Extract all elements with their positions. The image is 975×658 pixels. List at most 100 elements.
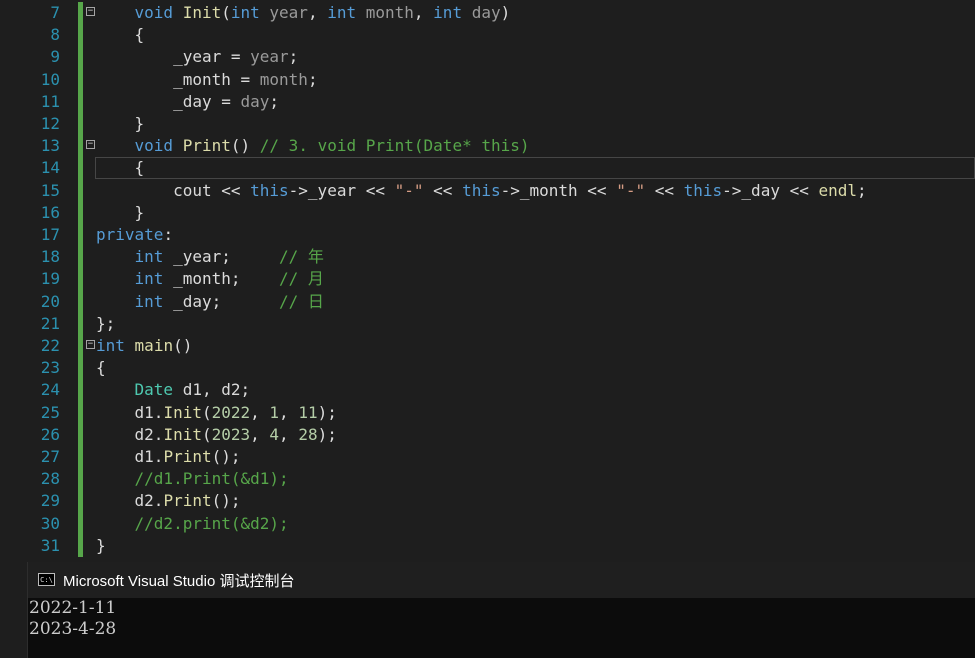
code-line[interactable]: 22 − int main() (0, 335, 975, 358)
code-text: void Init(int year, int month, int day) (96, 2, 511, 24)
code-token: = (221, 47, 251, 67)
line-number: 27 (40, 447, 60, 466)
change-tracking-bar (78, 246, 83, 269)
console-titlebar[interactable]: C:\ Microsoft Visual Studio 调试控制台 (28, 562, 975, 598)
code-token: int (433, 3, 472, 22)
code-token: d1 (134, 402, 154, 422)
code-text: _day = day; (96, 91, 279, 113)
line-number: 30 (40, 513, 60, 533)
code-line[interactable]: 8 { (0, 24, 975, 47)
code-token: int (134, 291, 164, 311)
code-line[interactable]: 11 _day = day; (0, 90, 975, 113)
code-token: , (201, 380, 222, 400)
code-token: , (279, 402, 299, 422)
code-token: (); (211, 491, 241, 511)
code-line[interactable]: 27 d1.Print(); (0, 446, 975, 469)
line-number: 7 (50, 3, 60, 22)
code-text: } (96, 113, 145, 135)
code-line[interactable]: 19 int _month; // 月 (0, 268, 975, 291)
code-token: ); (317, 402, 337, 422)
code-text: d1.Init(2022, 1, 11); (96, 402, 337, 424)
change-tracking-bar (78, 68, 83, 91)
code-line[interactable]: 7 − void Init(int year, int month, int da… (0, 2, 975, 25)
code-line[interactable]: 26 d2.Init(2023, 4, 28); (0, 423, 975, 446)
code-token: _day (173, 91, 212, 111)
code-token: void (134, 136, 183, 156)
code-line[interactable]: 9 _year = year; (0, 46, 975, 69)
code-token: this (683, 180, 723, 200)
code-token: ( (201, 402, 212, 422)
code-line[interactable]: 28 //d1.Print(&d1); (0, 468, 975, 491)
code-token: { (96, 358, 106, 378)
code-token: _year (173, 47, 222, 67)
code-editor[interactable]: 7 − void Init(int year, int month, int da… (0, 0, 975, 562)
code-token: this (462, 180, 501, 200)
code-line[interactable]: 17 private: (0, 224, 975, 247)
code-token: d2 (221, 380, 241, 400)
code-text: { (96, 357, 106, 379)
code-line[interactable]: 20 int _day; // 日 (0, 290, 975, 313)
line-number: 15 (40, 180, 60, 200)
code-line[interactable]: 16 } (0, 201, 975, 224)
current-line-highlight (95, 157, 975, 179)
fold-toggle-icon[interactable]: − (86, 340, 95, 349)
code-token: Print (163, 491, 212, 511)
code-token: -> (500, 180, 520, 200)
code-text: int main() (96, 335, 192, 357)
code-token: -> (722, 180, 742, 200)
line-number: 17 (40, 225, 60, 244)
code-token: d2 (134, 491, 154, 511)
line-number: 26 (40, 424, 60, 444)
code-token: int (327, 3, 366, 22)
code-token: _year (307, 180, 357, 200)
code-line[interactable]: 10 _month = month; (0, 68, 975, 91)
code-token: _year; (163, 247, 280, 267)
code-token: Date (134, 380, 174, 400)
code-token: _day; (163, 291, 280, 311)
debug-console-window[interactable]: C:\ Microsoft Visual Studio 调试控制台 2022-1… (27, 562, 975, 658)
code-line[interactable]: 23 { (0, 357, 975, 380)
code-token: 4 (269, 424, 280, 444)
change-tracking-bar (78, 90, 83, 113)
code-token: , (250, 402, 270, 422)
change-tracking-bar (78, 446, 83, 469)
code-token: 28 (298, 424, 318, 444)
code-line[interactable]: 15 cout << this->_year << "-" << this->_… (0, 179, 975, 202)
code-line[interactable]: 13 − void Print() // 3. void Print(Date* … (0, 135, 975, 158)
code-line[interactable]: 24 Date d1, d2; (0, 379, 975, 402)
code-text: d2.Init(2023, 4, 28); (96, 424, 337, 446)
code-token: month (365, 3, 414, 22)
code-token: << (779, 180, 819, 200)
line-number: 14 (40, 158, 60, 178)
code-line[interactable]: 31} (0, 534, 975, 557)
code-token: -> (288, 180, 308, 200)
code-token: //d2.print(&d2); (134, 513, 289, 533)
code-token: _month (173, 69, 231, 89)
code-line[interactable]: 30 //d2.print(&d2); (0, 512, 975, 535)
code-line[interactable]: 25 d1.Init(2022, 1, 11); (0, 401, 975, 424)
code-text: void Print() // 3. void Print(Date* this… (96, 135, 530, 157)
code-text: d2.Print(); (96, 490, 241, 512)
code-token: << (356, 180, 395, 200)
code-token: ( (201, 424, 212, 444)
code-token: endl (818, 180, 858, 200)
change-tracking-bar (78, 379, 83, 402)
code-token: d1 (182, 380, 202, 400)
change-tracking-bar (78, 224, 83, 247)
fold-toggle-icon[interactable]: − (86, 7, 95, 16)
code-line[interactable]: 29 d2.Print(); (0, 490, 975, 513)
code-token: 1 (269, 402, 280, 422)
code-line[interactable]: 12 } (0, 113, 975, 136)
code-line[interactable]: 18 int _year; // 年 (0, 246, 975, 269)
code-token: // 年 (279, 247, 324, 267)
code-token: } (96, 202, 145, 222)
code-text: Date d1, d2; (96, 379, 251, 401)
fold-toggle-icon[interactable]: − (86, 140, 95, 150)
code-token: (); (211, 447, 241, 466)
code-token: , (307, 3, 328, 22)
code-line[interactable]: 21}; (0, 312, 975, 335)
code-text: } (96, 202, 145, 224)
code-token: () (173, 336, 193, 355)
code-token: ; (240, 380, 251, 400)
